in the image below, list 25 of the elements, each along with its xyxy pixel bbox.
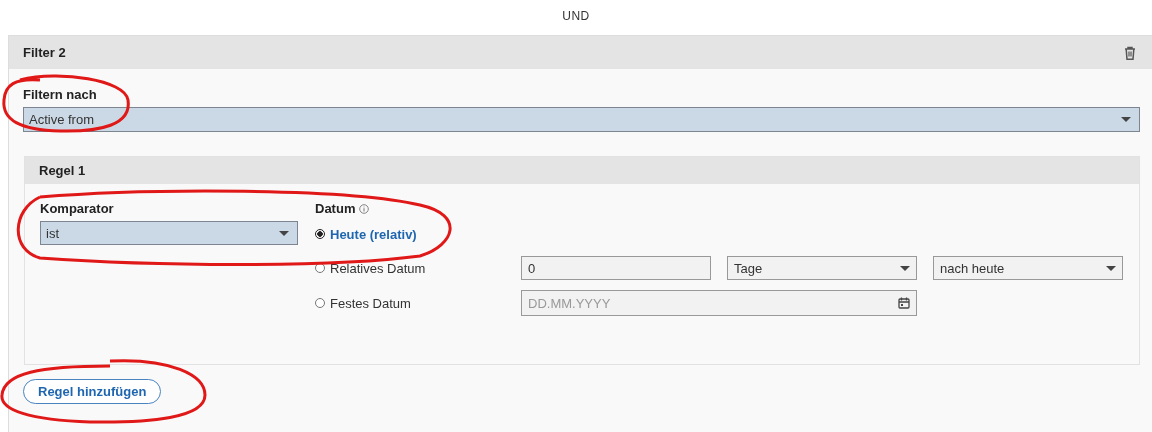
direction-dropdown[interactable]: nach heute: [933, 256, 1123, 280]
filter-field-dropdown[interactable]: Active from: [23, 107, 1140, 132]
calendar-icon[interactable]: [898, 297, 910, 309]
field-label: Filtern nach: [23, 87, 98, 102]
rule-title: Regel 1: [39, 163, 86, 178]
filter-title: Filter 2: [23, 45, 66, 60]
comparator-label: Komparator: [40, 201, 115, 216]
amount-field[interactable]: 0: [521, 256, 711, 280]
unit-dropdown[interactable]: Tage: [727, 256, 917, 280]
comparator-dropdown[interactable]: ist: [40, 221, 298, 245]
info-icon: [359, 203, 370, 214]
caret-icon: [1121, 117, 1131, 122]
add-rule-button[interactable]: Regel hinzufügen: [23, 379, 162, 404]
connector-label: UND: [561, 8, 591, 25]
caret-icon: [279, 230, 289, 236]
radio-label[interactable]: Relatives Datum: [330, 260, 426, 276]
date-label: Datum: [315, 201, 356, 216]
caret-icon: [1106, 265, 1116, 271]
delete-icon[interactable]: [1124, 45, 1136, 60]
radio-button[interactable]: [315, 229, 325, 239]
radio-button[interactable]: [315, 298, 325, 308]
caret-icon: [900, 265, 910, 271]
radio-label[interactable]: Heute (relativ): [330, 226, 417, 242]
radio-label[interactable]: Festes Datum: [330, 295, 411, 311]
radio-button[interactable]: [315, 263, 325, 273]
